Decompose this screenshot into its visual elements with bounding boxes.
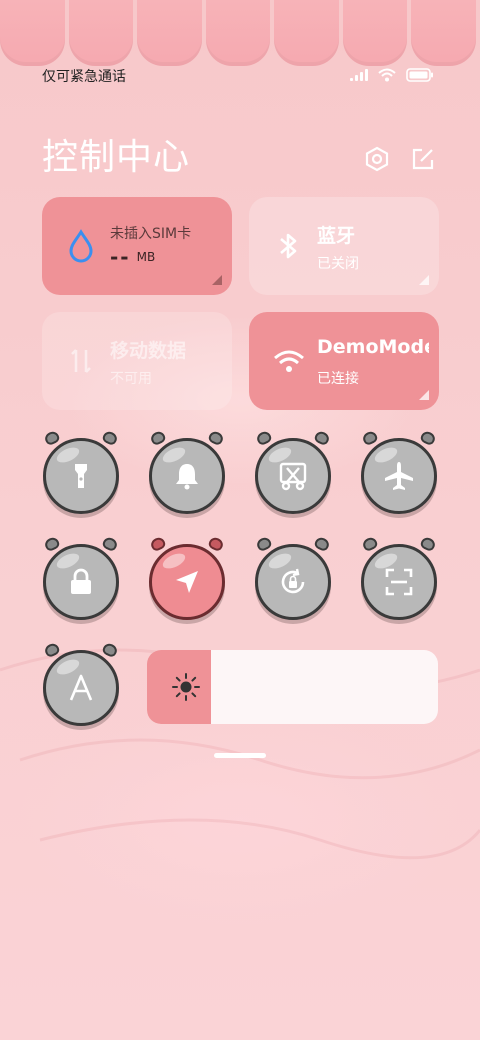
bluetooth-tile-status: 已关闭 [317,256,359,272]
brightness-slider[interactable] [147,650,438,724]
bell-icon [176,464,198,490]
settings-icon[interactable] [364,146,390,172]
signal-icon [350,69,368,81]
edit-icon[interactable] [410,146,436,172]
top-awning-decoration [0,0,480,68]
expand-corner-icon [419,390,429,400]
sim-data-tile[interactable]: 未插入SIM卡 -- MB [42,197,232,295]
wifi-tile[interactable]: DemoMode 已连接 [249,312,439,410]
lock-screen-toggle[interactable] [43,535,119,620]
letter-a-icon [69,674,93,701]
background-decoration [0,648,480,860]
scissors-icon [279,462,307,491]
auto-rotate-toggle[interactable] [255,535,331,620]
carrier-status: 仅可紧急通话 [42,69,126,85]
flashlight-toggle[interactable] [43,429,119,514]
wifi-tile-status: 已连接 [317,371,359,387]
lock-icon [71,568,91,594]
location-toggle[interactable] [149,535,225,620]
brightness-icon [171,672,201,702]
data-usage-unit: MB [136,250,156,264]
airplane-icon [385,462,413,490]
wifi-icon [273,344,304,378]
airplane-mode-toggle[interactable] [361,429,437,514]
expand-corner-icon [212,275,222,285]
bluetooth-tile[interactable]: 蓝牙 已关闭 [249,197,439,295]
scanner-toggle[interactable] [361,535,437,620]
mobile-data-tile-title: 移动数据 [110,340,187,362]
mobile-data-tile-status: 不可用 [110,371,152,387]
auto-brightness-toggle[interactable] [43,641,119,726]
wifi-icon [378,68,396,82]
status-bar: 仅可紧急通话 [42,66,434,88]
scan-icon [385,568,413,596]
expand-corner-icon [419,275,429,285]
location-arrow-icon [176,571,198,593]
rotate-lock-icon [281,568,305,594]
screenshot-toggle[interactable] [255,429,331,514]
mute-toggle[interactable] [149,429,225,514]
home-indicator-handle[interactable] [214,753,266,758]
flashlight-icon [75,464,87,488]
page-title: 控制中心 [42,137,191,178]
data-usage-value: -- [110,245,131,269]
wifi-tile-title: DemoMode [317,336,429,358]
bluetooth-tile-title: 蓝牙 [317,225,356,247]
battery-icon [406,68,434,82]
data-arrows-icon [66,344,96,378]
mobile-data-tile[interactable]: 移动数据 不可用 [42,312,232,410]
bluetooth-icon [273,229,303,263]
sim-tile-usage: -- MB [110,245,155,269]
water-drop-icon [66,229,96,263]
sim-tile-title: 未插入SIM卡 [110,226,192,242]
